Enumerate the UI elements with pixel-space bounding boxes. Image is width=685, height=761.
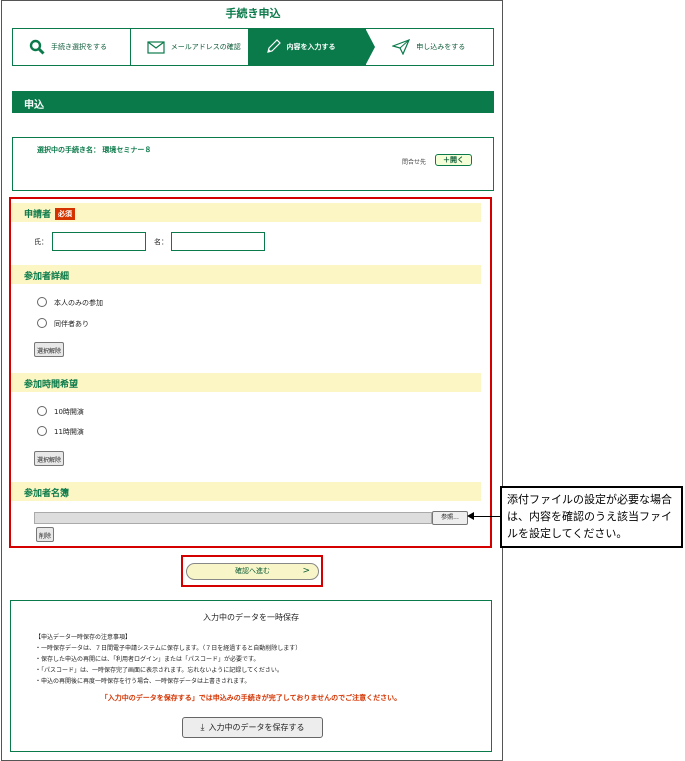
step-label: 手続き選択をする [51, 43, 107, 51]
note-line: ・保存した申込の再開には、「利用者ログイン」または「パスコード」が必要です。 [35, 656, 260, 663]
radio-self-only-label: 本人のみの参加 [54, 299, 103, 307]
participant-detail-heading: 参加者詳細 [11, 265, 481, 284]
time-preference-heading: 参加時間希望 [11, 373, 481, 392]
step-label: 申し込みをする [416, 43, 466, 51]
first-name-input[interactable] [171, 232, 265, 251]
radio-with-companion[interactable] [37, 318, 47, 328]
save-draft-button[interactable]: ⤓ 入力中のデータを保存する [182, 717, 323, 738]
first-name-label: 名： [154, 238, 168, 246]
step-indicator: 手続き選択をする メールアドレスの確認 内容を入力する 申し込みをする [12, 28, 494, 66]
file-path-field[interactable] [34, 512, 432, 524]
required-badge: 必須 [55, 208, 76, 220]
callout-note: 添付ファイルの設定が必要な場合は、内容を確認のうえ該当ファイルを設定してください… [500, 486, 683, 548]
clear-selection-button[interactable]: 選択解除 [34, 451, 65, 466]
section-title: 申込 [12, 91, 494, 113]
confirm-button[interactable]: 確認へ進む > [186, 563, 319, 580]
pencil-icon [265, 39, 281, 55]
callout-connector [470, 516, 500, 517]
contact-label: 問合せ先 [402, 159, 427, 166]
browse-button[interactable]: 参照... [432, 511, 468, 525]
selected-procedure-panel: 選択中の手続き名： 環境セミナー８ 問合せ先 ＋開く [12, 137, 494, 191]
radio-self-only[interactable] [37, 297, 47, 307]
step-label: 内容を入力する [286, 43, 336, 51]
search-icon [29, 39, 45, 55]
selected-procedure-name: 選択中の手続き名： 環境セミナー８ [37, 146, 152, 154]
applicant-heading: 申請者 必須 [11, 203, 481, 222]
radio-11am-label: 11時開演 [54, 428, 84, 436]
open-contact-button[interactable]: ＋開く [435, 154, 472, 166]
mail-icon [147, 40, 165, 54]
delete-file-button[interactable]: 削除 [36, 527, 55, 542]
note-line: 【申込データ一時保存の注意事項】 [35, 634, 132, 641]
participant-list-heading: 参加者名簿 [11, 482, 481, 501]
radio-10am[interactable] [37, 406, 47, 416]
last-name-input[interactable] [52, 232, 146, 251]
step-label: メールアドレスの確認 [170, 43, 241, 51]
applicant-heading-text: 申請者 [24, 210, 52, 220]
note-line: ・一時保存データは、７日間電子申請システムに保存します。（７日を経過すると自動削… [35, 645, 302, 652]
step-confirm-email: メールアドレスの確認 [131, 29, 249, 65]
send-icon [392, 39, 411, 55]
step-select-procedure: 手続き選択をする [13, 29, 131, 65]
download-icon: ⤓ [200, 722, 205, 733]
radio-with-companion-label: 同伴者あり [54, 320, 89, 328]
step-enter-content: 内容を入力する [248, 28, 375, 66]
note-line: ・「パスコード」は、一時保存完了画面に表示されます。忘れないように記録してくださ… [35, 667, 283, 674]
last-name-label: 氏： [34, 238, 48, 246]
callout-arrow-icon [467, 512, 474, 520]
radio-10am-label: 10時開演 [54, 408, 84, 416]
chevron-right-icon: > [302, 566, 310, 576]
note-line: ・申込の再開後に再度一時保存を行う場合、一時保存データは上書きされます。 [35, 678, 251, 685]
radio-11am[interactable] [37, 426, 47, 436]
temp-save-panel: 入力中のデータを一時保存 【申込データ一時保存の注意事項】 ・一時保存データは、… [10, 600, 492, 752]
step-submit: 申し込みをする [366, 29, 493, 65]
save-draft-label: 入力中のデータを保存する [208, 723, 305, 732]
page-title: 手続き申込 [225, 7, 281, 20]
temp-save-warning: 「入力中のデータを保存する」では申込みの手続きが完了しておりませんのでご注意くだ… [100, 694, 402, 702]
temp-save-title: 入力中のデータを一時保存 [203, 613, 299, 622]
clear-selection-button[interactable]: 選択解除 [34, 342, 65, 357]
confirm-button-label: 確認へ進む [235, 567, 270, 575]
